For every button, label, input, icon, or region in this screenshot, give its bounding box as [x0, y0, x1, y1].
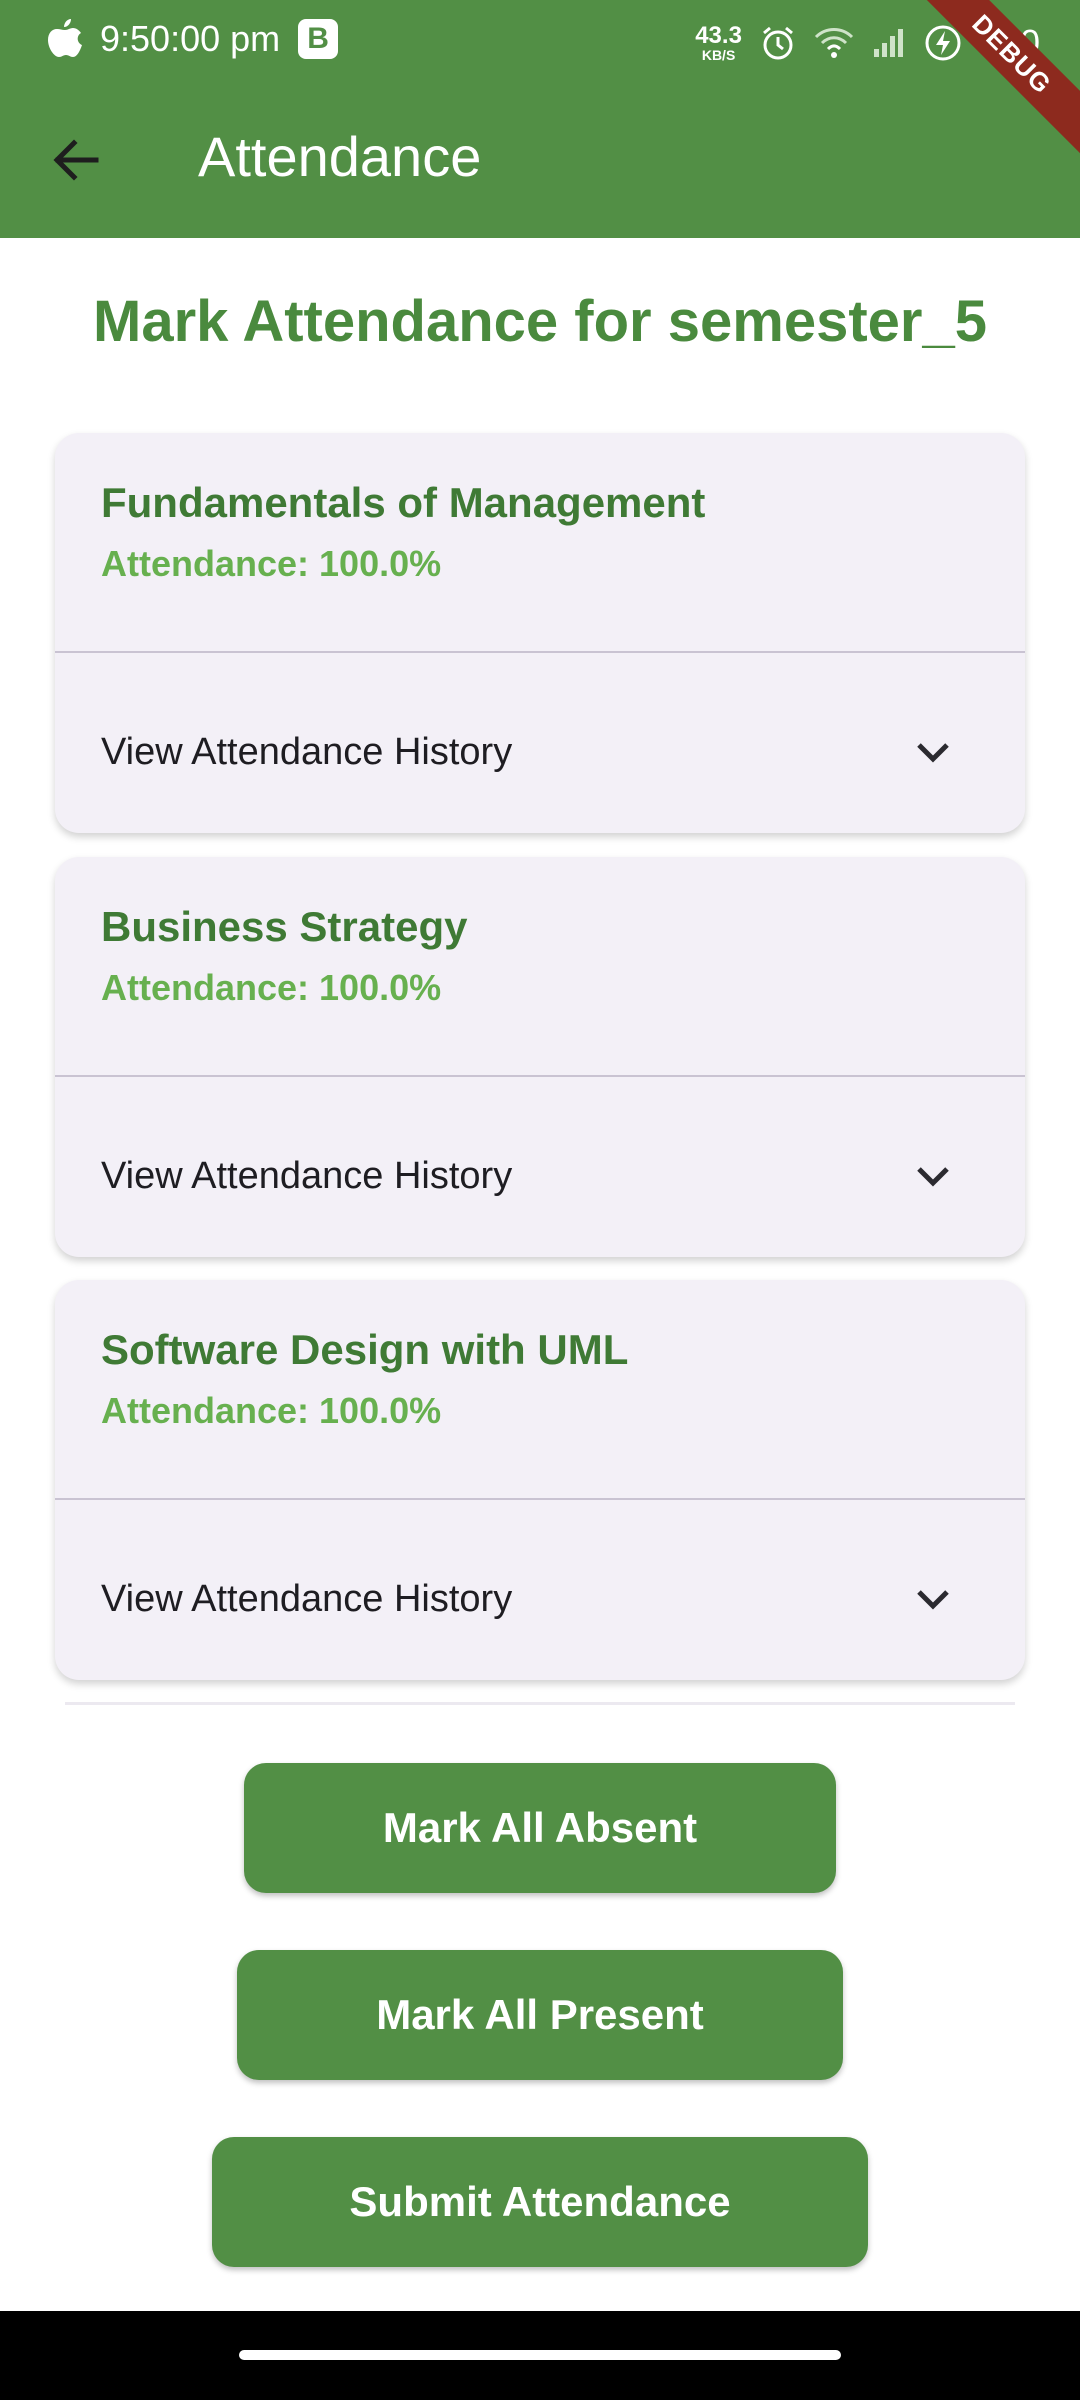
subject-name: Business Strategy	[101, 903, 468, 950]
network-speed-unit: KB/S	[701, 47, 736, 63]
subject-name: Software Design with UML	[101, 1326, 629, 1373]
wifi-icon	[814, 28, 853, 58]
attendance-history-label: View Attendance History	[101, 1155, 513, 1197]
network-speed-value: 43.3	[695, 22, 742, 49]
next-card-edge	[65, 1702, 1015, 1705]
signal-icon	[873, 29, 903, 57]
apple-icon	[48, 19, 82, 57]
status-left: 9:50:00 pm B	[48, 18, 339, 60]
status-time: 9:50:00 pm	[100, 18, 281, 59]
attendance-history-label: View Attendance History	[101, 731, 513, 773]
alarm-icon	[762, 26, 793, 60]
attendance-history-expander[interactable]: View Attendance History	[55, 653, 1025, 833]
attendance-history-label: View Attendance History	[101, 1578, 513, 1620]
attendance-percentage: Attendance: 100.0%	[101, 967, 442, 1008]
arrow-left-icon[interactable]	[44, 128, 108, 192]
attendance-history-expander[interactable]: View Attendance History	[55, 1500, 1025, 1680]
subject-card: Business Strategy Attendance: 100.0% Vie…	[55, 857, 1025, 1257]
app-badge-icon: B	[298, 19, 339, 59]
mark-all-absent-button[interactable]: Mark All Absent	[244, 1763, 836, 1893]
status-bar: 9:50:00 pm B 43.3 KB/S	[0, 0, 1080, 86]
attendance-percentage: Attendance: 100.0%	[101, 1390, 442, 1431]
attendance-history-expander[interactable]: View Attendance History	[55, 1077, 1025, 1257]
semester-heading: Mark Attendance for semester_5	[93, 289, 987, 354]
attendance-percentage: Attendance: 100.0%	[101, 543, 442, 584]
subject-card: Software Design with UML Attendance: 100…	[55, 1280, 1025, 1680]
app-bar: 9:50:00 pm B 43.3 KB/S DEBUG Attendance	[0, 0, 1080, 238]
submit-attendance-button[interactable]: Submit Attendance	[212, 2137, 868, 2267]
page-title: Attendance	[198, 125, 482, 188]
subject-name: Fundamentals of Management	[101, 479, 706, 526]
network-speed: 43.3 KB/S	[695, 22, 742, 63]
home-gesture-handle[interactable]	[239, 2350, 841, 2360]
subject-card: Fundamentals of Management Attendance: 1…	[55, 433, 1025, 833]
chevron-down-icon	[917, 743, 949, 763]
chevron-down-icon	[917, 1167, 949, 1187]
chevron-down-icon	[917, 1590, 949, 1610]
mark-all-present-button[interactable]: Mark All Present	[237, 1950, 843, 2080]
